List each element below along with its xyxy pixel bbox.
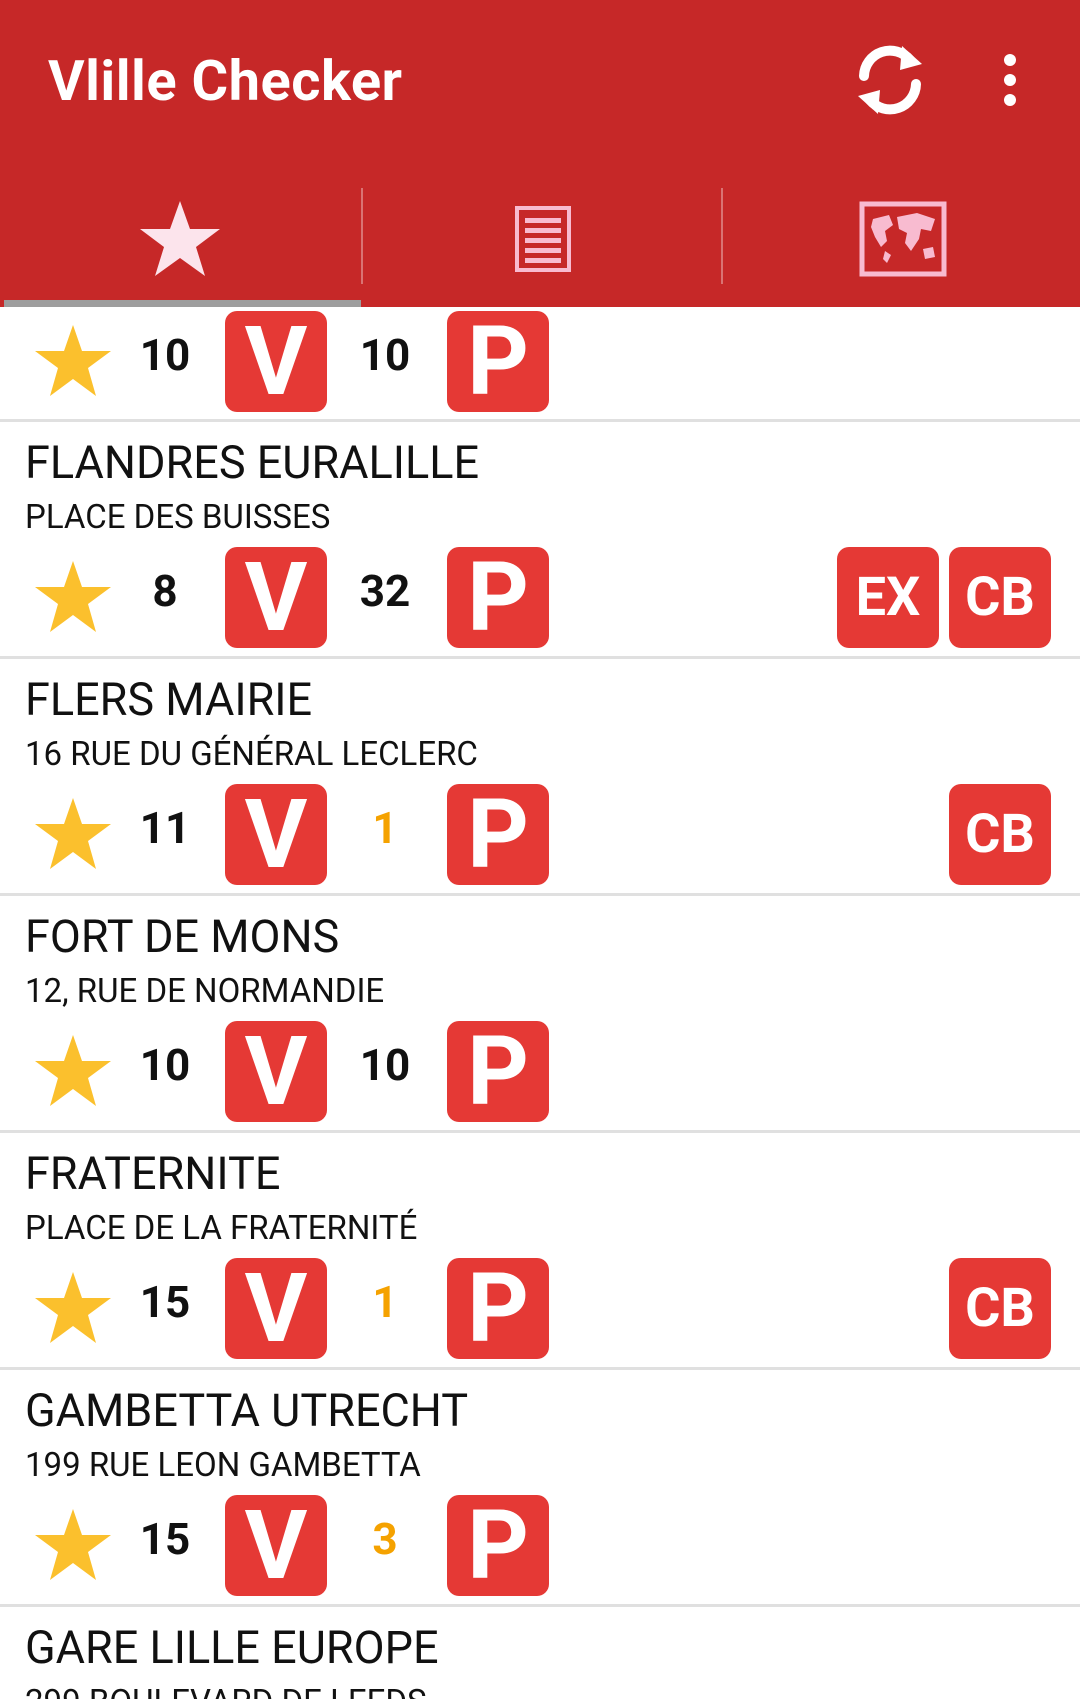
station-list[interactable]: 10 V 10 P FLANDRES EURALILLE PLACE DES B… (0, 307, 1080, 1699)
bikes-badge: V (225, 307, 327, 418)
tab-list[interactable] (363, 170, 723, 307)
favorite-star-icon[interactable] (33, 323, 113, 399)
station-name: FRATERNITE (25, 1147, 281, 1200)
station-name: FORT DE MONS (25, 910, 340, 963)
more-vert-icon (1004, 54, 1016, 106)
places-count: 10 (359, 1039, 411, 1091)
bikes-badge: V (225, 1253, 327, 1365)
star-icon (140, 200, 220, 276)
favorite-star-icon[interactable] (33, 1033, 113, 1109)
places-count: 1 (372, 802, 398, 854)
list-item[interactable]: FLANDRES EURALILLE PLACE DES BUISSES 8 V… (0, 422, 1080, 656)
places-badge: P (447, 307, 549, 418)
bikes-count: 10 (139, 1039, 191, 1091)
tab-indicator (4, 300, 361, 307)
station-address: 16 RUE DU GÉNÉRAL LECLERC (25, 735, 478, 774)
station-name: FLERS MAIRIE (25, 673, 313, 726)
bikes-badge: V (225, 542, 327, 654)
station-name: GARE LILLE EUROPE (25, 1621, 439, 1674)
list-item[interactable]: FORT DE MONS 12, RUE DE NORMANDIE 10 V 1… (0, 896, 1080, 1130)
bikes-count: 8 (152, 565, 178, 617)
station-name: FLANDRES EURALILLE (25, 436, 480, 489)
places-badge: P (447, 1490, 549, 1602)
favorite-star-icon[interactable] (33, 1270, 113, 1346)
more-options-button[interactable] (990, 50, 1030, 110)
exchange-badge: EX (837, 547, 939, 648)
bikes-badge: V (225, 779, 327, 891)
places-count: 32 (359, 565, 411, 617)
app-title: Vlille Checker (48, 48, 403, 114)
bikes-count: 11 (139, 802, 191, 854)
station-address: PLACE DE LA FRATERNITÉ (25, 1209, 418, 1248)
list-item[interactable]: FRATERNITE PLACE DE LA FRATERNITÉ 15 V 1… (0, 1133, 1080, 1367)
favorite-star-icon[interactable] (33, 1507, 113, 1583)
places-count: 3 (372, 1513, 398, 1565)
tab-bar (0, 170, 1080, 307)
app-bar: Vlille Checker (0, 0, 1080, 307)
list-icon (515, 205, 571, 272)
card-payment-badge: CB (949, 1258, 1051, 1359)
list-item[interactable]: GARE LILLE EUROPE 299 BOULEVARD DE LEEDS (0, 1607, 1080, 1699)
tab-map[interactable] (723, 170, 1080, 307)
bikes-count: 15 (139, 1513, 191, 1565)
station-address: 299 BOULEVARD DE LEEDS (25, 1683, 427, 1699)
bikes-count: 15 (139, 1276, 191, 1328)
bikes-badge: V (225, 1016, 327, 1128)
bikes-count: 10 (139, 329, 191, 381)
favorite-star-icon[interactable] (33, 559, 113, 635)
tab-favorites[interactable] (0, 170, 360, 307)
places-count: 1 (372, 1276, 398, 1328)
places-badge: P (447, 779, 549, 891)
places-badge: P (447, 1016, 549, 1128)
card-payment-badge: CB (949, 547, 1051, 648)
list-item[interactable]: 10 V 10 P (0, 307, 1080, 419)
list-item[interactable]: GAMBETTA UTRECHT 199 RUE LEON GAMBETTA 1… (0, 1370, 1080, 1604)
refresh-icon (858, 45, 922, 115)
places-badge: P (447, 542, 549, 654)
station-address: 199 RUE LEON GAMBETTA (25, 1446, 421, 1485)
places-badge: P (447, 1253, 549, 1365)
bikes-badge: V (225, 1490, 327, 1602)
favorite-star-icon[interactable] (33, 796, 113, 872)
station-address: 12, RUE DE NORMANDIE (25, 972, 385, 1011)
card-payment-badge: CB (949, 784, 1051, 885)
station-name: GAMBETTA UTRECHT (25, 1384, 469, 1437)
refresh-button[interactable] (850, 40, 930, 120)
list-item[interactable]: FLERS MAIRIE 16 RUE DU GÉNÉRAL LECLERC 1… (0, 659, 1080, 893)
station-address: PLACE DES BUISSES (25, 498, 331, 537)
map-icon (859, 201, 947, 276)
places-count: 10 (359, 329, 411, 381)
